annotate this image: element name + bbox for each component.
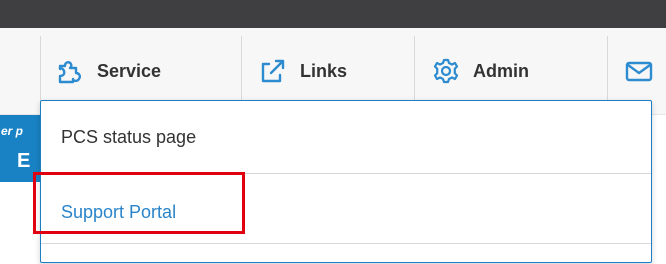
menu-item-next[interactable] [41, 243, 651, 264]
nav-item-service[interactable]: Service [55, 52, 161, 90]
nav-item-links[interactable]: Links [258, 52, 347, 90]
nav-item-label: Service [97, 60, 162, 81]
page-banner: er p E [0, 115, 42, 182]
nav-item-label: Admin [473, 60, 529, 81]
top-bar [0, 0, 666, 28]
menu-item-label: PCS status page [61, 127, 197, 147]
nav-item-label: Links [300, 60, 348, 81]
banner-text-fragment: E [17, 150, 31, 172]
external-link-icon [258, 56, 288, 86]
nav-divider [414, 36, 415, 100]
nav-divider [241, 36, 242, 100]
mail-icon [624, 56, 654, 86]
gear-icon [431, 56, 461, 86]
nav-divider [40, 36, 41, 100]
menu-item-pcs-status-page[interactable]: PCS status page [41, 101, 651, 169]
nav-divider [607, 36, 608, 100]
menu-item-label: Support Portal [61, 202, 177, 222]
menu-item-support-portal[interactable]: Support Portal [41, 173, 651, 241]
banner-text-fragment: er p [1, 124, 24, 138]
service-dropdown-menu: PCS status page Support Portal [40, 100, 652, 263]
nav-item-mail[interactable] [624, 52, 666, 90]
nav-item-admin[interactable]: Admin [431, 52, 529, 90]
puzzle-icon [55, 56, 85, 86]
